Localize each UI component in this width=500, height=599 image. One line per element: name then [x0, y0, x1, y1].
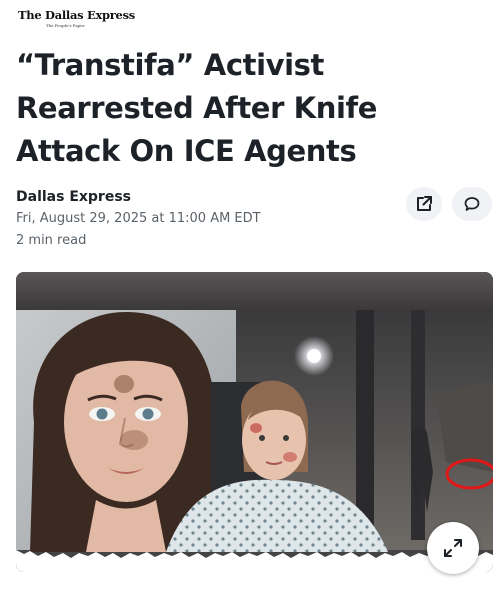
article-headline: “Transtifa” Activist Rearrested After Kn…	[16, 48, 378, 168]
logo-tagline: The People's Paper	[46, 23, 85, 28]
comment-icon	[464, 197, 480, 211]
share-icon	[417, 196, 432, 211]
read-time: 2 min read	[16, 233, 87, 248]
byline: Dallas Express Fri, August 29, 2025 at 1…	[16, 186, 346, 252]
hero-image[interactable]	[16, 272, 493, 572]
comment-button[interactable]	[452, 187, 492, 221]
share-button[interactable]	[406, 187, 442, 221]
hero-photo-collage	[16, 272, 493, 572]
publish-date: Fri, August 29, 2025 at 11:00 AM EDT	[16, 211, 261, 226]
logo-text: The Dallas Express	[18, 8, 135, 22]
masthead-logo[interactable]: The Dallas Express The People's Paper	[18, 8, 135, 36]
expand-image-button[interactable]	[427, 522, 479, 574]
author-name[interactable]: Dallas Express	[16, 186, 346, 208]
expand-icon	[444, 539, 462, 557]
